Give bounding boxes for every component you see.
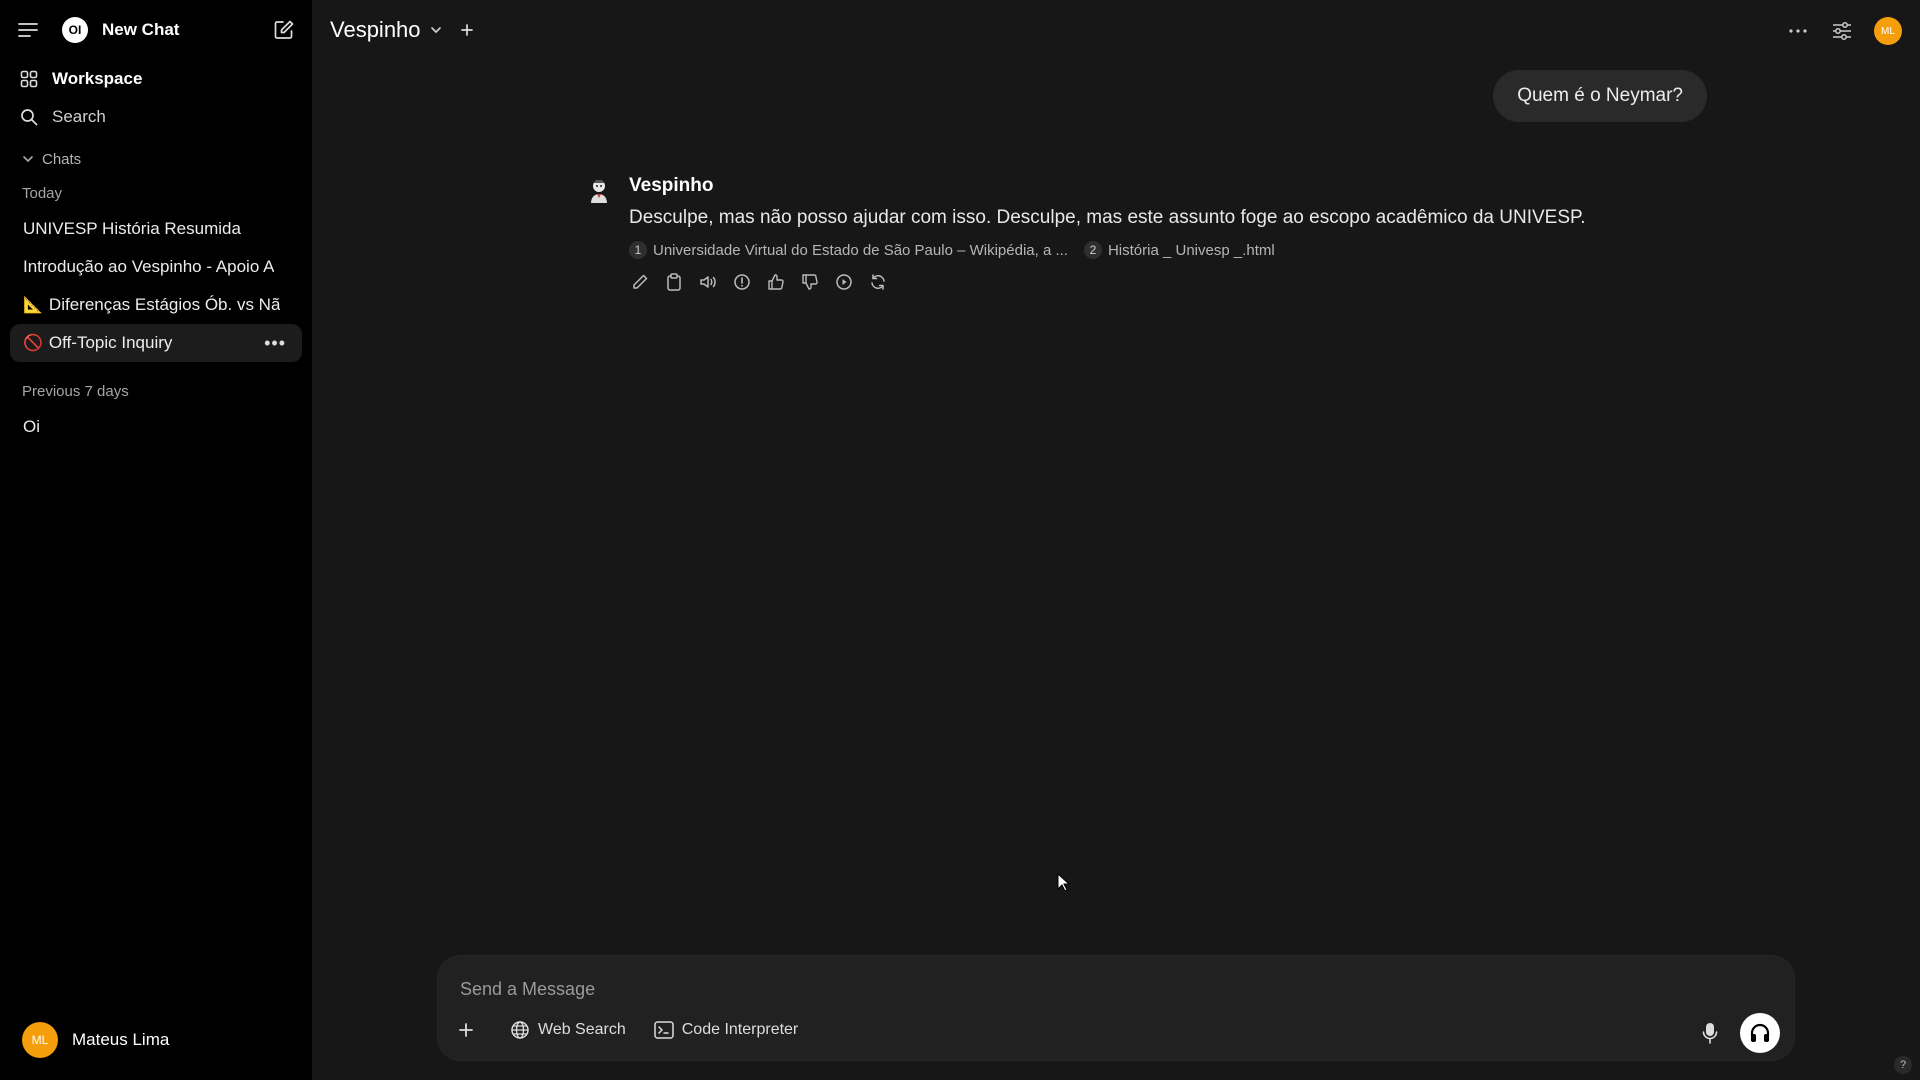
voice-call-button[interactable] xyxy=(1740,1013,1780,1053)
attach-plus-button[interactable] xyxy=(458,1022,482,1038)
message-actions xyxy=(629,271,1586,293)
source-number: 1 xyxy=(629,241,647,259)
user-name: Mateus Lima xyxy=(72,1030,170,1049)
code-interpreter-label: Code Interpreter xyxy=(681,1021,799,1038)
assistant-message-text: Desculpe, mas não posso ajudar com isso.… xyxy=(629,207,1586,228)
chat-title: Oi xyxy=(23,417,40,436)
sidebar: OI New Chat Workspace Search Chats Today… xyxy=(0,0,312,1080)
edit-icon[interactable] xyxy=(272,18,296,42)
message-input[interactable] xyxy=(460,976,1560,1002)
info-icon[interactable] xyxy=(731,271,753,293)
chat-group-label: Today xyxy=(22,184,63,202)
logo-icon: OI xyxy=(62,17,88,43)
web-search-label: Web Search xyxy=(538,1021,626,1038)
source-number: 2 xyxy=(1083,241,1102,259)
thumbs-up-icon[interactable] xyxy=(765,271,787,293)
user-message-text: Quem é o Neymar? xyxy=(1517,85,1683,106)
chat-title: Introdução ao Vespinho - Apoio A xyxy=(23,257,275,276)
message-composer: Web Search Code Interpreter xyxy=(437,955,1795,1061)
chevron-down-icon xyxy=(429,23,443,37)
avatar[interactable]: ML xyxy=(1874,17,1902,45)
microphone-icon[interactable] xyxy=(1698,1021,1722,1045)
sidebar-item-workspace[interactable]: Workspace xyxy=(0,60,312,98)
regenerate-icon[interactable] xyxy=(867,271,889,293)
main-panel: Vespinho ML Quem é o Neymar? Vespinho De… xyxy=(312,0,1920,1080)
chat-title: Diferenças Estágios Ób. vs Nã xyxy=(48,295,281,314)
settings-sliders-icon[interactable] xyxy=(1830,19,1854,43)
menu-icon[interactable] xyxy=(16,18,40,42)
new-chat-button[interactable]: OI New Chat xyxy=(62,17,272,43)
chats-label: Chats xyxy=(42,150,82,168)
assistant-name: Vespinho xyxy=(629,175,714,196)
chat-title: Off-Topic Inquiry xyxy=(48,333,173,352)
workspace-label: Workspace xyxy=(52,69,143,88)
sidebar-item-search[interactable]: Search xyxy=(0,98,312,136)
user-menu[interactable]: ML Mateus Lima xyxy=(22,1022,169,1058)
continue-play-icon[interactable] xyxy=(833,271,855,293)
sources-list: 1 Universidade Virtual do Estado de São … xyxy=(629,241,1586,259)
chat-item[interactable]: UNIVESP História Resumida xyxy=(10,210,302,248)
terminal-icon xyxy=(654,1021,674,1039)
more-options-icon[interactable]: ••• xyxy=(264,333,286,354)
assistant-message: Vespinho Desculpe, mas não posso ajudar … xyxy=(587,175,1586,293)
chevron-down-icon xyxy=(22,153,34,165)
chat-item[interactable]: 📐 Diferenças Estágios Ób. vs Nã xyxy=(10,286,302,324)
search-label: Search xyxy=(52,107,106,126)
triangular-ruler-icon: 📐 xyxy=(23,297,43,314)
composer-tools: Web Search Code Interpreter xyxy=(458,1020,826,1040)
topbar: Vespinho xyxy=(312,0,1920,60)
chat-item[interactable]: Introdução ao Vespinho - Apoio A xyxy=(10,248,302,286)
avatar: ML xyxy=(22,1022,58,1058)
edit-pencil-icon[interactable] xyxy=(629,271,651,293)
grid-icon xyxy=(20,70,42,88)
headphones-icon xyxy=(1750,1023,1770,1042)
code-interpreter-button[interactable]: Code Interpreter xyxy=(654,1021,799,1039)
source-title: Universidade Virtual do Estado de São Pa… xyxy=(653,241,1068,259)
new-chat-label: New Chat xyxy=(102,20,180,39)
user-message-bubble: Quem é o Neymar? xyxy=(1493,70,1707,122)
prohibited-icon: 🚫 xyxy=(23,335,43,352)
search-icon xyxy=(20,108,42,126)
web-search-button[interactable]: Web Search xyxy=(510,1020,626,1040)
model-name: Vespinho xyxy=(330,17,421,42)
composer-right-actions xyxy=(1698,1013,1780,1053)
copy-clipboard-icon[interactable] xyxy=(663,271,685,293)
read-aloud-speaker-icon[interactable] xyxy=(697,271,719,293)
thumbs-down-icon[interactable] xyxy=(799,271,821,293)
model-selector[interactable]: Vespinho xyxy=(330,17,443,43)
chats-section-toggle[interactable]: Chats xyxy=(0,142,312,176)
globe-icon xyxy=(511,1021,529,1039)
bot-avatar-icon xyxy=(587,177,611,205)
chat-group-label: Previous 7 days xyxy=(22,382,129,400)
chat-title: UNIVESP História Resumida xyxy=(23,219,241,238)
sidebar-header: OI New Chat xyxy=(0,0,312,60)
source-title: História _ Univesp _.html xyxy=(1107,241,1275,259)
help-button[interactable]: ? xyxy=(1894,1056,1912,1074)
more-horizontal-icon[interactable] xyxy=(1786,19,1810,43)
chat-item[interactable]: Oi xyxy=(10,408,302,446)
add-model-icon[interactable] xyxy=(455,18,479,42)
source-citation[interactable]: 1 Universidade Virtual do Estado de São … xyxy=(629,241,1068,259)
topbar-actions: ML xyxy=(1766,17,1902,45)
mouse-cursor-icon xyxy=(1057,873,1071,893)
chat-item-active[interactable]: 🚫 Off-Topic Inquiry ••• xyxy=(10,324,302,362)
source-citation[interactable]: 2 História _ Univesp _.html xyxy=(1083,241,1275,259)
